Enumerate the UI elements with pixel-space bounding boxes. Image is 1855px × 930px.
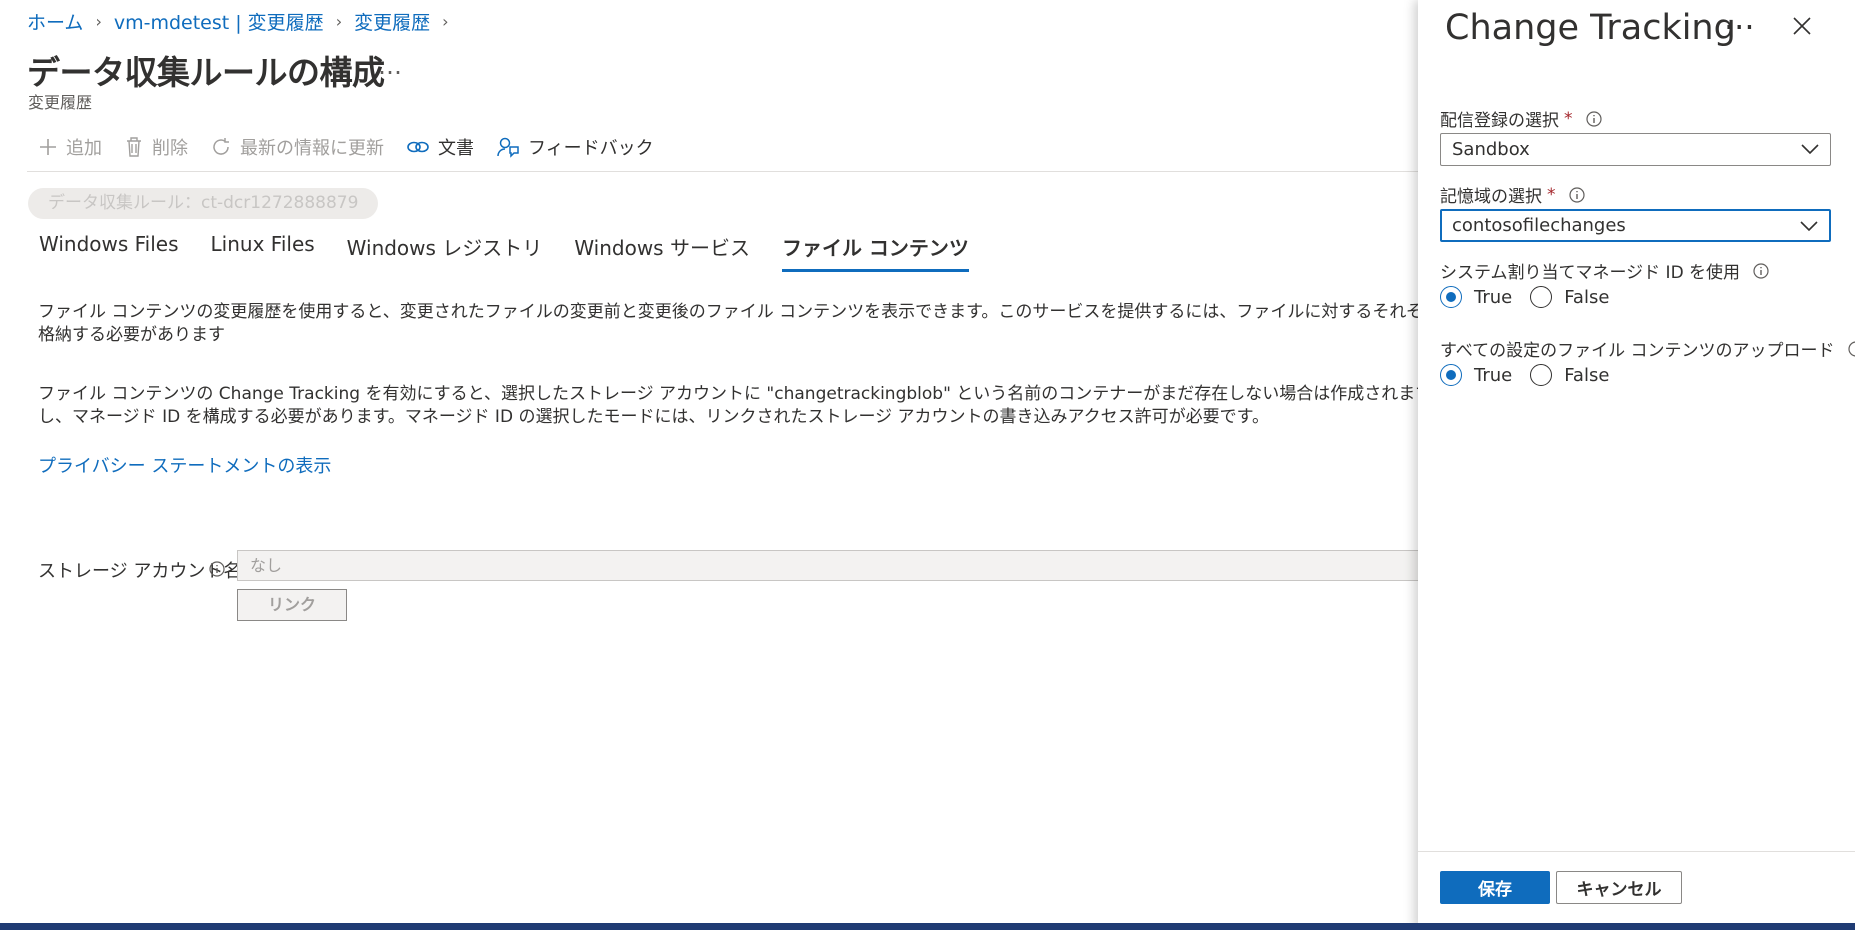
tab-windows-services[interactable]: Windows サービス — [574, 232, 750, 272]
privacy-statement-link[interactable]: プライバシー ステートメントの表示 — [38, 452, 331, 478]
chevron-down-icon — [1801, 144, 1819, 155]
managed-id-radio-group: True False — [1440, 286, 1627, 308]
tab-linux-files[interactable]: Linux Files — [211, 232, 315, 272]
page-subtitle: 変更履歴 — [28, 93, 93, 112]
tab-windows-files[interactable]: Windows Files — [39, 232, 179, 272]
storage-dropdown[interactable]: contosofilechanges — [1440, 209, 1831, 242]
feedback-icon — [497, 137, 519, 158]
breadcrumb-change-history[interactable]: 変更履歴 — [354, 8, 430, 35]
breadcrumb-home[interactable]: ホーム — [27, 8, 83, 35]
storage-account-input: なし — [237, 550, 1418, 581]
cancel-button[interactable]: キャンセル — [1556, 871, 1682, 904]
description-1-line-2: 格納する必要があります — [38, 325, 225, 345]
tab-windows-registry[interactable]: Windows レジストリ — [347, 232, 543, 272]
radio-unselected-icon — [1530, 364, 1553, 386]
managed-id-true-radio[interactable]: True — [1440, 286, 1512, 308]
chevron-down-icon — [1800, 221, 1818, 232]
subscription-label: 配信登録の選択 * — [1440, 106, 1603, 131]
refresh-button[interactable]: 最新の情報に更新 — [210, 134, 384, 160]
panel-title: Change Tracking — [1445, 8, 1736, 48]
info-icon[interactable] — [1585, 110, 1603, 128]
upload-label-text: すべての設定のファイル コンテンツのアップロード — [1440, 341, 1835, 361]
managed-id-label-text: システム割り当てマネージド ID を使用 — [1440, 263, 1741, 283]
more-options-button[interactable]: … — [378, 52, 402, 80]
close-icon[interactable] — [1792, 16, 1812, 36]
upload-false-radio[interactable]: False — [1530, 364, 1609, 386]
trash-icon — [127, 137, 141, 157]
panel-footer-divider — [1418, 851, 1855, 852]
radio-selected-icon — [1440, 286, 1462, 308]
link-icon — [407, 141, 429, 153]
taskbar-edge — [0, 923, 1855, 930]
info-icon[interactable] — [1752, 262, 1770, 280]
upload-true-radio[interactable]: True — [1440, 364, 1512, 386]
radio-label: False — [1564, 286, 1610, 308]
required-mark: * — [1564, 108, 1573, 129]
managed-id-false-radio[interactable]: False — [1530, 286, 1609, 308]
subscription-label-text: 配信登録の選択 — [1440, 111, 1559, 131]
dcr-name-pill: データ収集ルール：ct-dcr1272888879 — [28, 188, 378, 219]
upload-radio-group: True False — [1440, 364, 1627, 386]
description-paragraph-1: ファイル コンテンツの変更履歴を使用すると、変更されたファイルの変更前と変更後の… — [38, 301, 1418, 347]
page-title: データ収集ルールの構成 — [27, 53, 385, 92]
docs-button[interactable]: 文書 — [406, 134, 474, 160]
refresh-label: 最新の情報に更新 — [240, 138, 384, 159]
chevron-right-icon: › — [442, 12, 449, 31]
delete-button[interactable]: 削除 — [124, 134, 188, 160]
storage-select-label: 記憶域の選択 * — [1440, 182, 1586, 207]
info-icon[interactable] — [1847, 340, 1855, 358]
description-paragraph-2: ファイル コンテンツの Change Tracking を有効にすると、選択した… — [38, 383, 1418, 429]
radio-label: False — [1564, 364, 1610, 386]
chevron-right-icon: › — [335, 12, 343, 31]
toolbar-divider — [27, 171, 1418, 172]
radio-label: True — [1474, 364, 1513, 386]
change-tracking-panel: Change Tracking ··· 配信登録の選択 * Sandbox 記憶… — [1418, 0, 1855, 930]
info-icon[interactable] — [208, 560, 226, 578]
breadcrumb: ホーム › vm-mdetest | 変更履歴 › 変更履歴 › — [27, 8, 461, 35]
tab-file-content[interactable]: ファイル コンテンツ — [781, 232, 969, 272]
chevron-right-icon: › — [95, 12, 102, 31]
description-1-line-1: ファイル コンテンツの変更履歴を使用すると、変更されたファイルの変更前と変更後の… — [38, 302, 1418, 322]
refresh-icon — [213, 138, 229, 155]
panel-more-button[interactable]: ··· — [1724, 8, 1755, 46]
feedback-label: フィードバック — [528, 138, 654, 159]
delete-label: 削除 — [152, 138, 188, 159]
link-button[interactable]: リンク — [237, 589, 347, 621]
radio-selected-icon — [1440, 364, 1462, 386]
breadcrumb-vm-change-history[interactable]: vm-mdetest | 変更履歴 — [114, 8, 324, 35]
save-button[interactable]: 保存 — [1440, 871, 1550, 904]
subscription-value: Sandbox — [1452, 139, 1530, 160]
tab-bar: Windows Files Linux Files Windows レジストリ … — [39, 232, 1001, 272]
plus-icon — [40, 139, 56, 155]
add-button[interactable]: 追加 — [38, 134, 102, 160]
feedback-button[interactable]: フィードバック — [496, 134, 654, 160]
subscription-dropdown[interactable]: Sandbox — [1440, 133, 1831, 166]
add-label: 追加 — [66, 138, 102, 159]
description-2-line-2: し、マネージド ID を構成する必要があります。マネージド ID の選択したモー… — [38, 407, 1269, 427]
storage-select-value: contosofilechanges — [1452, 215, 1626, 236]
description-2-line-1: ファイル コンテンツの Change Tracking を有効にすると、選択した… — [38, 384, 1418, 404]
toolbar: 追加 削除 最新の情報に更新 文書 フィードバック — [38, 134, 676, 160]
required-mark: * — [1547, 184, 1556, 205]
info-icon[interactable] — [1568, 186, 1586, 204]
managed-id-label: システム割り当てマネージド ID を使用 — [1440, 258, 1770, 283]
storage-select-label-text: 記憶域の選択 — [1440, 187, 1542, 207]
main-content: ホーム › vm-mdetest | 変更履歴 › 変更履歴 › データ収集ルー… — [0, 0, 1418, 930]
upload-label: すべての設定のファイル コンテンツのアップロード — [1440, 336, 1855, 361]
docs-label: 文書 — [438, 138, 474, 159]
radio-label: True — [1474, 286, 1513, 308]
radio-unselected-icon — [1530, 286, 1553, 308]
